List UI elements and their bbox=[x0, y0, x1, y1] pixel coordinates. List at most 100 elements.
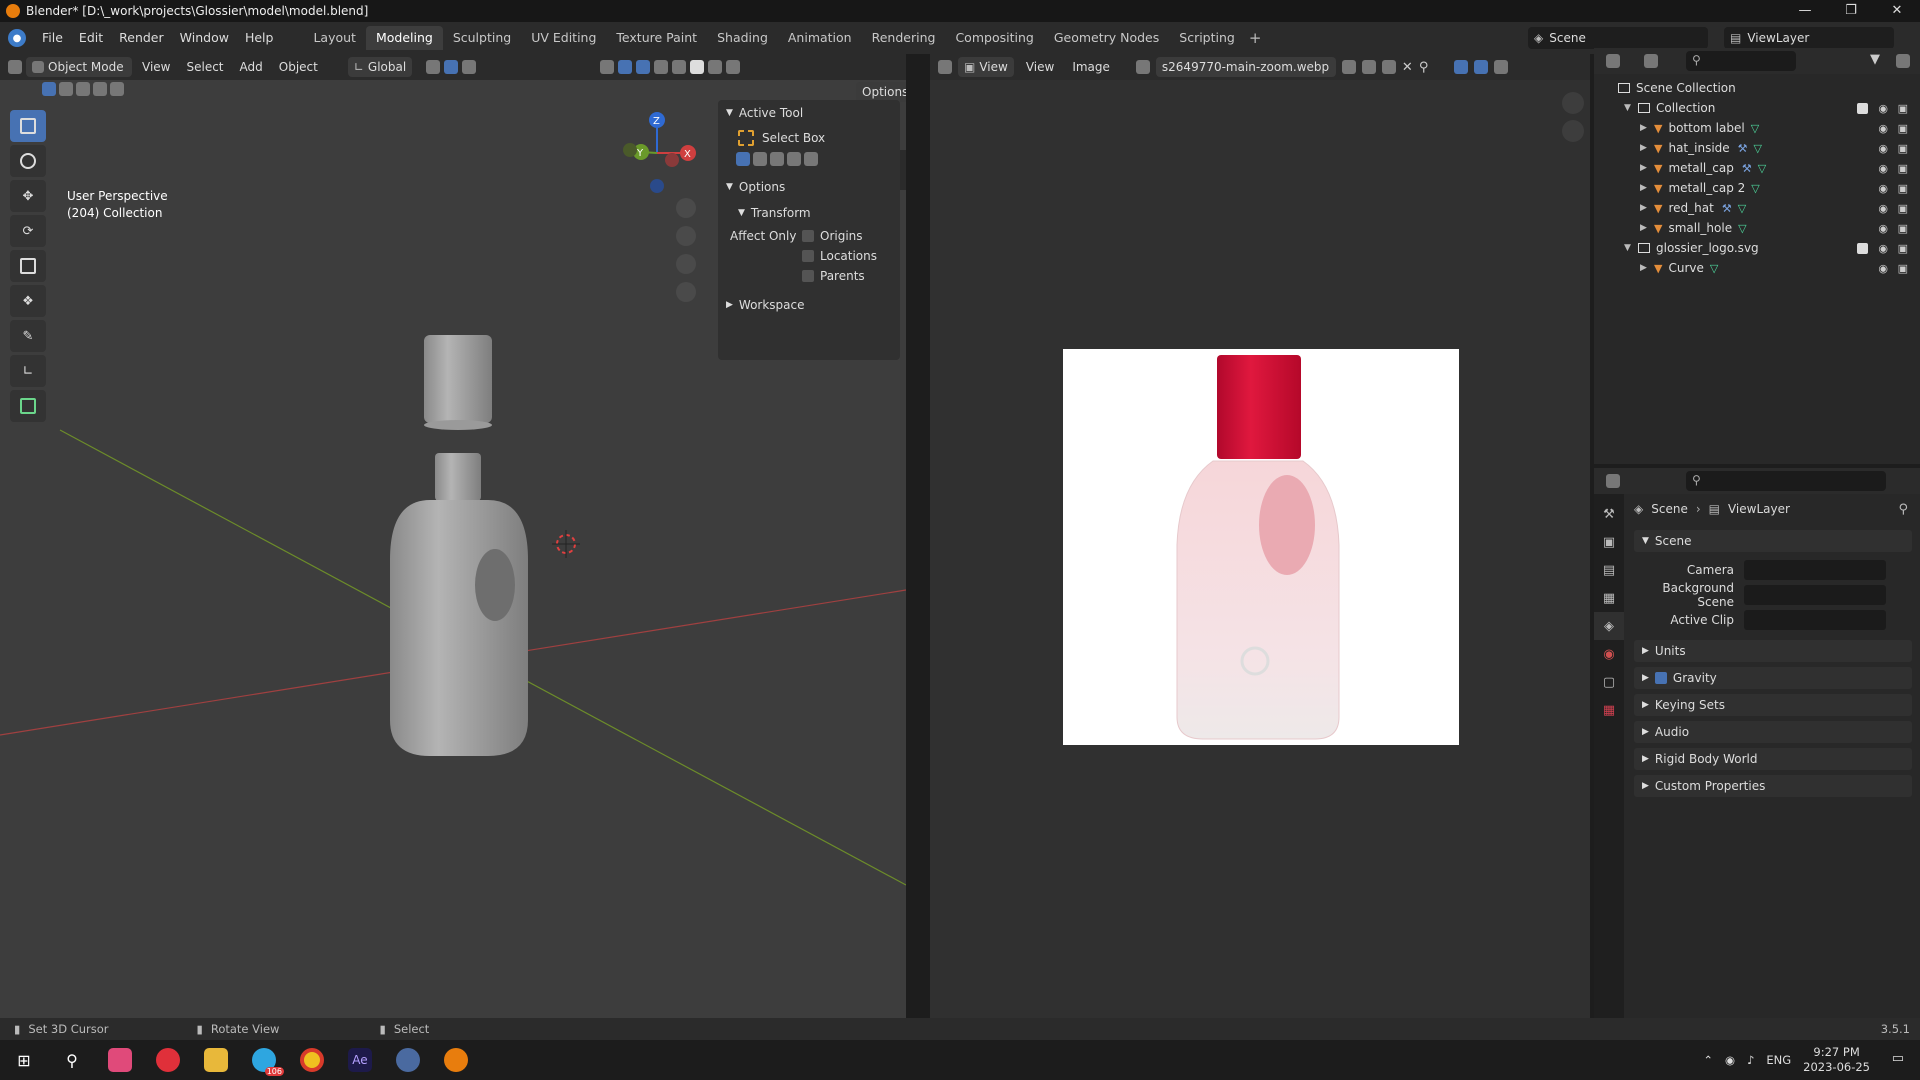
keying-sets-panel-header[interactable]: ▶ Keying Sets bbox=[1634, 694, 1912, 716]
background-scene-field[interactable] bbox=[1744, 584, 1886, 605]
volume-icon[interactable]: ♪ bbox=[1747, 1053, 1754, 1067]
eye-icon[interactable]: ◉ bbox=[1878, 222, 1888, 235]
blender-taskbar-icon[interactable] bbox=[444, 1048, 468, 1072]
outliner-object-row[interactable]: ▶ ▼ metall_cap ⚒ ▽ ◉ ▣ bbox=[1594, 158, 1920, 178]
bottle-cap-mesh[interactable] bbox=[424, 335, 492, 423]
ortho-grid-icon[interactable] bbox=[676, 282, 696, 302]
shading-material-icon[interactable] bbox=[708, 60, 723, 74]
camera-field[interactable] bbox=[1744, 559, 1886, 580]
restore-icon[interactable]: ❐ bbox=[1828, 0, 1874, 22]
active-clip-field[interactable] bbox=[1744, 609, 1886, 630]
transform-section-header[interactable]: ▼ Transform bbox=[718, 200, 900, 226]
world-tab-icon[interactable]: ◉ bbox=[1594, 640, 1624, 668]
viewlayer-selector[interactable]: ▤ ViewLayer bbox=[1724, 27, 1894, 49]
camera-icon[interactable]: ▣ bbox=[1898, 122, 1908, 135]
editor-type-icon[interactable] bbox=[8, 60, 22, 74]
select-extend-icon[interactable] bbox=[59, 82, 73, 96]
visibility-icon[interactable] bbox=[600, 60, 615, 74]
orientation-dropdown[interactable]: ∟ Global bbox=[347, 57, 413, 77]
select-box-tool[interactable] bbox=[10, 110, 46, 142]
paint-app-icon[interactable] bbox=[108, 1048, 132, 1072]
viewport-menu-add[interactable]: Add bbox=[234, 60, 269, 74]
eye-icon[interactable]: ◉ bbox=[1878, 162, 1888, 175]
eye-icon[interactable]: ◉ bbox=[1878, 142, 1888, 155]
rotate-tool[interactable]: ⟳ bbox=[10, 215, 46, 247]
image-overlay-icon[interactable] bbox=[1474, 60, 1489, 74]
mesh-data-icon[interactable]: ▽ bbox=[1754, 142, 1762, 155]
close-icon[interactable]: ✕ bbox=[1874, 0, 1920, 22]
camera-icon[interactable]: ▣ bbox=[1898, 142, 1908, 155]
display-channels-icon[interactable] bbox=[1494, 60, 1509, 74]
scale-tool[interactable] bbox=[10, 250, 46, 282]
pivot-icon[interactable] bbox=[426, 60, 441, 74]
image-menu-image[interactable]: Image bbox=[1066, 60, 1116, 74]
bottle-body-mesh[interactable] bbox=[390, 500, 528, 756]
outliner-object-row[interactable]: ▶ ▼ small_hole ▽ ◉ ▣ bbox=[1594, 218, 1920, 238]
pin-icon[interactable]: ⚲ bbox=[1898, 502, 1908, 517]
mode-difference-icon[interactable] bbox=[787, 152, 801, 166]
mode-subtract-icon[interactable] bbox=[770, 152, 784, 166]
navigation-gizmo[interactable]: Z X Y bbox=[623, 112, 696, 193]
davinci-icon[interactable] bbox=[396, 1048, 420, 1072]
wifi-icon[interactable]: ◉ bbox=[1725, 1053, 1735, 1067]
tab-uv-editing[interactable]: UV Editing bbox=[521, 26, 606, 50]
outliner-object-row[interactable]: ▶ ▼ hat_inside ⚒ ▽ ◉ ▣ bbox=[1594, 138, 1920, 158]
minimize-icon[interactable]: — bbox=[1782, 0, 1828, 22]
eye-icon[interactable]: ◉ bbox=[1878, 262, 1888, 275]
options-section-header[interactable]: ▼ Options bbox=[718, 174, 900, 200]
new-collection-icon[interactable] bbox=[1896, 54, 1910, 68]
move-tool[interactable]: ✥ bbox=[10, 180, 46, 212]
image-view-mode-dropdown[interactable]: ▣ View bbox=[958, 57, 1014, 77]
add-workspace-icon[interactable]: + bbox=[1249, 29, 1262, 47]
file-explorer-icon[interactable] bbox=[204, 1048, 228, 1072]
wrench-modifier-icon[interactable]: ⚒ bbox=[1742, 162, 1752, 175]
menu-window[interactable]: Window bbox=[172, 22, 237, 54]
image-pan-icon[interactable] bbox=[1562, 120, 1584, 142]
select-invert-icon[interactable] bbox=[93, 82, 107, 96]
select-new-icon[interactable] bbox=[42, 82, 56, 96]
exclude-checkbox[interactable] bbox=[1857, 102, 1868, 114]
new-image-icon[interactable] bbox=[1361, 60, 1376, 74]
outliner-object-row[interactable]: ▶ ▼ Curve ▽ ◉ ▣ bbox=[1594, 258, 1920, 278]
collection-tab-icon[interactable]: ▢ bbox=[1594, 668, 1624, 696]
add-cube-tool[interactable] bbox=[10, 390, 46, 422]
viewport-menu-object[interactable]: Object bbox=[273, 60, 324, 74]
mode-dropdown[interactable]: Object Mode bbox=[26, 57, 132, 77]
menu-file[interactable]: File bbox=[34, 22, 71, 54]
area-divider[interactable] bbox=[906, 54, 930, 1018]
media-app-icon[interactable] bbox=[156, 1048, 180, 1072]
image-name-field[interactable]: s2649770-main-zoom.webp bbox=[1155, 57, 1336, 77]
windows-start-icon[interactable]: ⊞ bbox=[12, 1048, 36, 1072]
eye-icon[interactable]: ◉ bbox=[1878, 102, 1888, 115]
workspace-section-header[interactable]: ▶ Workspace bbox=[718, 292, 900, 318]
mesh-data-icon[interactable]: ▽ bbox=[1751, 182, 1759, 195]
units-panel-header[interactable]: ▶ Units bbox=[1634, 640, 1912, 662]
editor-type-icon[interactable] bbox=[1606, 474, 1620, 488]
search-icon[interactable]: ⚲ bbox=[60, 1048, 84, 1072]
outliner-object-row[interactable]: ▶ ▼ red_hat ⚒ ▽ ◉ ▣ bbox=[1594, 198, 1920, 218]
active-tool-row[interactable]: Select Box bbox=[718, 126, 900, 150]
shading-solid-icon[interactable] bbox=[690, 60, 705, 74]
tab-rendering[interactable]: Rendering bbox=[862, 26, 946, 50]
image-zoom-icon[interactable] bbox=[1562, 92, 1584, 114]
scene-panel-header[interactable]: ▼ Scene bbox=[1634, 530, 1912, 552]
properties-search-input[interactable]: ⚲ bbox=[1686, 471, 1886, 491]
tab-compositing[interactable]: Compositing bbox=[945, 26, 1043, 50]
notification-icon[interactable]: ▭ bbox=[1892, 1051, 1904, 1066]
options-dropdown[interactable]: Options bbox=[856, 82, 906, 102]
bottle-neck-mesh[interactable] bbox=[435, 453, 481, 501]
zoom-icon[interactable] bbox=[676, 198, 696, 218]
outliner-collection[interactable]: ▼ glossier_logo.svg ◉ ▣ bbox=[1594, 238, 1920, 258]
display-mode-icon[interactable] bbox=[1644, 54, 1658, 68]
editor-type-icon[interactable] bbox=[1606, 54, 1620, 68]
viewport-menu-select[interactable]: Select bbox=[180, 60, 229, 74]
tab-shading[interactable]: Shading bbox=[707, 26, 778, 50]
gravity-checkbox[interactable] bbox=[1654, 672, 1667, 684]
camera-icon[interactable]: ▣ bbox=[1898, 182, 1908, 195]
snap-icon[interactable] bbox=[444, 60, 459, 74]
outliner-scene-collection[interactable]: Scene Collection bbox=[1594, 78, 1920, 98]
shading-wireframe-icon[interactable] bbox=[672, 60, 687, 74]
language-indicator[interactable]: ENG bbox=[1766, 1053, 1791, 1067]
tab-animation[interactable]: Animation bbox=[778, 26, 862, 50]
mesh-data-icon[interactable]: ▽ bbox=[1738, 202, 1746, 215]
